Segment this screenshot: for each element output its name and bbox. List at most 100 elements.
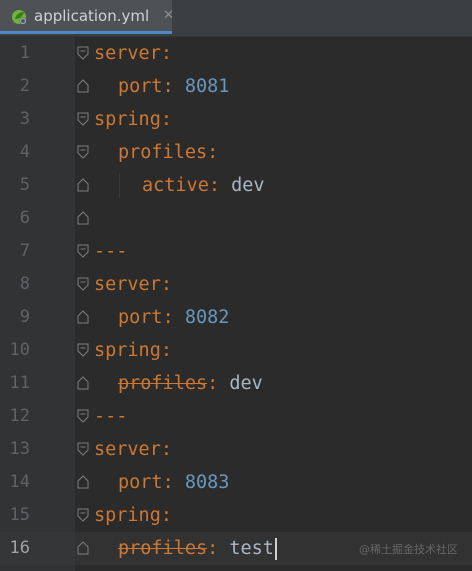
yaml-key: profiles — [118, 142, 208, 163]
yaml-key: server — [94, 439, 161, 460]
line-number: 1 — [19, 43, 30, 63]
yaml-colon: : — [162, 76, 174, 97]
yaml-value: 8083 — [184, 472, 230, 493]
editor-tab-bar: application.yml ✕ — [0, 0, 472, 37]
yaml-key: port — [118, 472, 163, 493]
fold-open-icon[interactable] — [77, 145, 89, 159]
code-text: --- — [94, 400, 127, 433]
fold-open-icon[interactable] — [77, 46, 89, 60]
code-line[interactable]: 9 port: 8082 — [0, 301, 472, 334]
fold-end-icon[interactable] — [77, 79, 89, 93]
code-text: server: — [94, 433, 172, 466]
yaml-colon: : — [160, 109, 172, 130]
line-number: 5 — [19, 175, 30, 195]
code-line[interactable]: 11 profiles: dev — [0, 367, 472, 400]
code-text: port: 8082 — [118, 301, 229, 334]
code-line[interactable]: 3 spring: — [0, 103, 472, 136]
code-text: active: dev — [142, 169, 265, 202]
line-number: 3 — [19, 109, 30, 129]
tab-application-yml[interactable]: application.yml ✕ — [0, 0, 174, 34]
code-text: spring: — [94, 334, 172, 367]
yaml-value: test — [229, 538, 274, 559]
fold-open-icon[interactable] — [77, 343, 89, 357]
indent-guide — [119, 173, 120, 198]
fold-end-icon[interactable] — [77, 310, 89, 324]
code-line[interactable]: 8 server: — [0, 268, 472, 301]
yaml-key: --- — [94, 241, 128, 262]
code-line[interactable]: 6 — [0, 202, 472, 235]
yaml-key: server — [94, 274, 161, 295]
line-number: 8 — [19, 274, 30, 294]
yaml-colon: : — [207, 373, 219, 394]
fold-end-icon[interactable] — [77, 178, 89, 192]
fold-end-icon[interactable] — [77, 211, 89, 225]
code-line[interactable]: 7 --- — [0, 235, 472, 268]
line-number: 14 — [9, 472, 30, 492]
code-line[interactable]: 2 port: 8081 — [0, 70, 472, 103]
yaml-colon: : — [160, 274, 172, 295]
yaml-colon: : — [160, 340, 172, 361]
line-number: 13 — [9, 439, 30, 459]
fold-end-icon[interactable] — [77, 475, 89, 489]
line-number: 4 — [19, 142, 30, 162]
code-text: port: 8083 — [118, 466, 229, 499]
line-number: 2 — [19, 76, 30, 96]
yaml-value: 8081 — [184, 76, 230, 97]
line-number: 16 — [9, 538, 30, 558]
code-text: port: 8081 — [118, 70, 229, 103]
code-line[interactable]: 4 profiles: — [0, 136, 472, 169]
yaml-colon: : — [162, 307, 174, 328]
code-text: profiles: — [118, 136, 218, 169]
close-tab-icon[interactable]: ✕ — [163, 8, 174, 23]
fold-open-icon[interactable] — [77, 442, 89, 456]
yaml-key: --- — [94, 406, 128, 427]
line-number: 15 — [9, 505, 30, 525]
text-caret — [274, 538, 277, 560]
code-line[interactable]: 14 port: 8083 — [0, 466, 472, 499]
code-line[interactable]: 13 server: — [0, 433, 472, 466]
line-number: 9 — [19, 307, 30, 327]
yaml-colon: : — [160, 439, 172, 460]
yaml-colon: : — [160, 43, 172, 64]
yaml-key: active — [142, 175, 209, 196]
line-number: 6 — [19, 208, 30, 228]
yaml-value: dev — [229, 373, 263, 394]
fold-end-icon[interactable] — [77, 376, 89, 390]
yaml-key: profiles — [118, 373, 208, 394]
fold-open-icon[interactable] — [77, 112, 89, 126]
code-line[interactable]: 5 active: dev — [0, 169, 472, 202]
code-line[interactable]: 10 spring: — [0, 334, 472, 367]
yaml-value: 8082 — [184, 307, 230, 328]
watermark: @稀土掘金技术社区 — [359, 543, 458, 556]
yaml-key: spring — [94, 109, 161, 130]
yaml-key: profiles — [118, 538, 208, 559]
code-text: server: — [94, 37, 172, 70]
yaml-key: spring — [94, 340, 161, 361]
yaml-key: port — [118, 76, 163, 97]
fold-open-icon[interactable] — [77, 244, 89, 258]
code-text: spring: — [94, 103, 172, 136]
line-number: 12 — [9, 406, 30, 426]
fold-end-icon[interactable] — [77, 541, 89, 555]
code-editor[interactable]: 1 server: 2 port: 8081 3 spring: 4 profiles: 5 ac… — [0, 37, 472, 571]
fold-open-icon[interactable] — [77, 508, 89, 522]
yaml-colon: : — [162, 472, 174, 493]
fold-open-icon[interactable] — [77, 277, 89, 291]
yaml-key: server — [94, 43, 161, 64]
tab-title: application.yml — [34, 6, 150, 25]
yaml-key: spring — [94, 505, 161, 526]
code-line[interactable]: 15 spring: — [0, 499, 472, 532]
code-text: spring: — [94, 499, 172, 532]
yaml-value: dev — [231, 175, 265, 196]
spring-leaf-icon — [10, 7, 28, 25]
fold-open-icon[interactable] — [77, 409, 89, 423]
code-text: profiles: test — [118, 532, 277, 565]
code-text: --- — [94, 235, 127, 268]
line-number: 10 — [9, 340, 30, 360]
code-text: profiles: dev — [118, 367, 263, 400]
yaml-key: port — [118, 307, 163, 328]
code-text: server: — [94, 268, 172, 301]
code-line[interactable]: 12 --- — [0, 400, 472, 433]
code-line[interactable]: 1 server: — [0, 37, 472, 70]
yaml-colon: : — [207, 538, 219, 559]
